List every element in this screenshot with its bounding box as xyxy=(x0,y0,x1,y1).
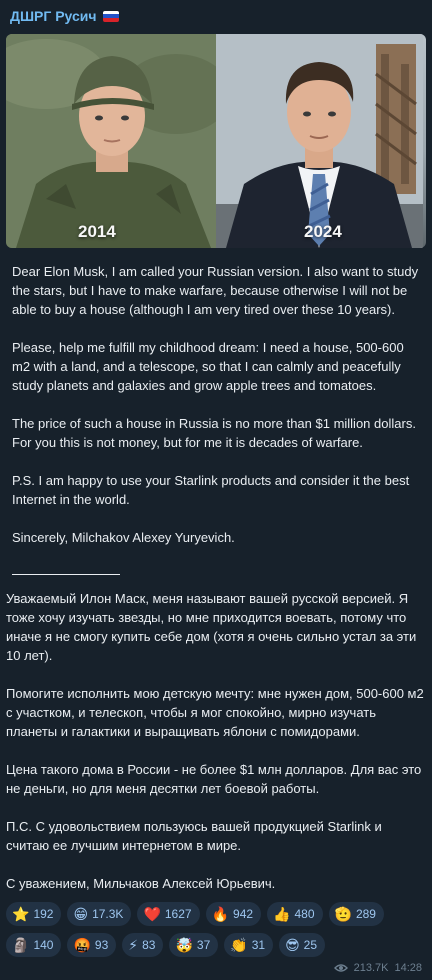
reaction-fire[interactable]: 🔥 942 xyxy=(205,902,262,926)
reaction-grin[interactable]: 😁 17.3K xyxy=(67,902,132,926)
reaction-cool[interactable]: 😎 25 xyxy=(279,933,326,957)
russian-paragraph-5: С уважением, Мильчаков Алексей Юрьевич. xyxy=(6,876,276,891)
post-header: ДШРГ Русич xyxy=(0,0,432,32)
reaction-moai[interactable]: 🗿 140 xyxy=(6,933,62,957)
reaction-lightning[interactable]: ⚡ 83 xyxy=(122,933,164,957)
reaction-count: 289 xyxy=(355,907,376,921)
fire-icon: 🔥 xyxy=(211,906,230,922)
year-label-right: 2024 xyxy=(304,222,342,241)
reaction-clap[interactable]: 👏 31 xyxy=(224,933,274,957)
reaction-count: 25 xyxy=(303,938,318,952)
reaction-count: 480 xyxy=(294,907,315,921)
eye-icon xyxy=(333,964,348,972)
sunglasses-icon: 😎 xyxy=(285,937,300,953)
reaction-count: 17.3K xyxy=(92,907,124,921)
post-photo[interactable]: 2014 2024 xyxy=(6,34,426,248)
reaction-count: 192 xyxy=(33,907,54,921)
english-paragraph-3: The price of such a house in Russia is n… xyxy=(12,416,416,450)
photo-soldier: 2014 xyxy=(6,34,216,248)
reaction-count: 942 xyxy=(233,907,254,921)
reaction-count: 31 xyxy=(251,938,266,952)
mind-blown-icon: 🤯 xyxy=(175,937,193,953)
english-paragraph-4: P.S. I am happy to use your Starlink pro… xyxy=(12,473,410,507)
reaction-star[interactable]: ⭐ 192 xyxy=(6,902,62,926)
thumbs-up-icon: 👍 xyxy=(273,906,291,922)
reaction-count: 1627 xyxy=(164,907,192,921)
post-text-russian: Уважаемый Илон Маск, меня называют вашей… xyxy=(0,589,432,893)
post-footer: 213.7K 14:28 xyxy=(333,962,422,974)
english-paragraph-2: Please, help me fulfill my childhood dre… xyxy=(12,340,404,393)
moai-icon: 🗿 xyxy=(12,937,30,953)
channel-name[interactable]: ДШРГ Русич xyxy=(10,8,97,24)
year-label-left: 2014 xyxy=(78,222,116,241)
russia-flag-icon xyxy=(102,10,119,22)
english-paragraph-5: Sincerely, Milchakov Alexey Yuryevich. xyxy=(12,530,235,545)
post-text-english: Dear Elon Musk, I am called your Russian… xyxy=(0,248,432,575)
russian-paragraph-2: Помогите исполнить мою детскую мечту: мн… xyxy=(6,686,424,739)
russian-paragraph-1: Уважаемый Илон Маск, меня называют вашей… xyxy=(6,591,417,663)
reaction-heart[interactable]: ❤️ 1627 xyxy=(137,902,200,926)
view-count: 213.7K xyxy=(353,962,389,974)
star-icon: ⭐ xyxy=(12,906,30,922)
photo-businessman: 2024 xyxy=(216,34,426,248)
grin-icon: 😁 xyxy=(73,906,89,922)
reaction-count: 93 xyxy=(94,938,109,952)
reaction-mind-blown[interactable]: 🤯 37 xyxy=(169,933,219,957)
russian-paragraph-4: П.С. С удовольствием пользуюсь вашей про… xyxy=(6,819,382,853)
soldier-illustration xyxy=(6,34,216,248)
english-paragraph-1: Dear Elon Musk, I am called your Russian… xyxy=(12,264,419,317)
reaction-count: 37 xyxy=(196,938,211,952)
channel-post: ДШРГ Русич 2014 2024 Dear Elon Musk, I a… xyxy=(0,0,432,980)
reaction-thumbs-up[interactable]: 👍 480 xyxy=(267,902,323,926)
businessman-illustration xyxy=(216,34,423,248)
reaction-count: 83 xyxy=(142,938,156,952)
russian-paragraph-3: Цена такого дома в России - не более $1 … xyxy=(6,762,422,796)
reaction-count: 140 xyxy=(33,938,54,952)
text-divider xyxy=(12,574,120,575)
reactions-bar: ⭐ 192 😁 17.3K ❤️ 1627 🔥 942 👍 480 🫡 289 … xyxy=(6,902,426,957)
salute-icon: 🫡 xyxy=(334,906,352,922)
angry-face-icon: 🤬 xyxy=(73,937,91,953)
lightning-icon: ⚡ xyxy=(128,937,139,953)
clap-icon: 👏 xyxy=(230,937,248,953)
post-time: 14:28 xyxy=(394,962,422,974)
heart-icon: ❤️ xyxy=(143,906,161,922)
reaction-salute[interactable]: 🫡 289 xyxy=(328,902,384,926)
reaction-angry[interactable]: 🤬 93 xyxy=(67,933,117,957)
